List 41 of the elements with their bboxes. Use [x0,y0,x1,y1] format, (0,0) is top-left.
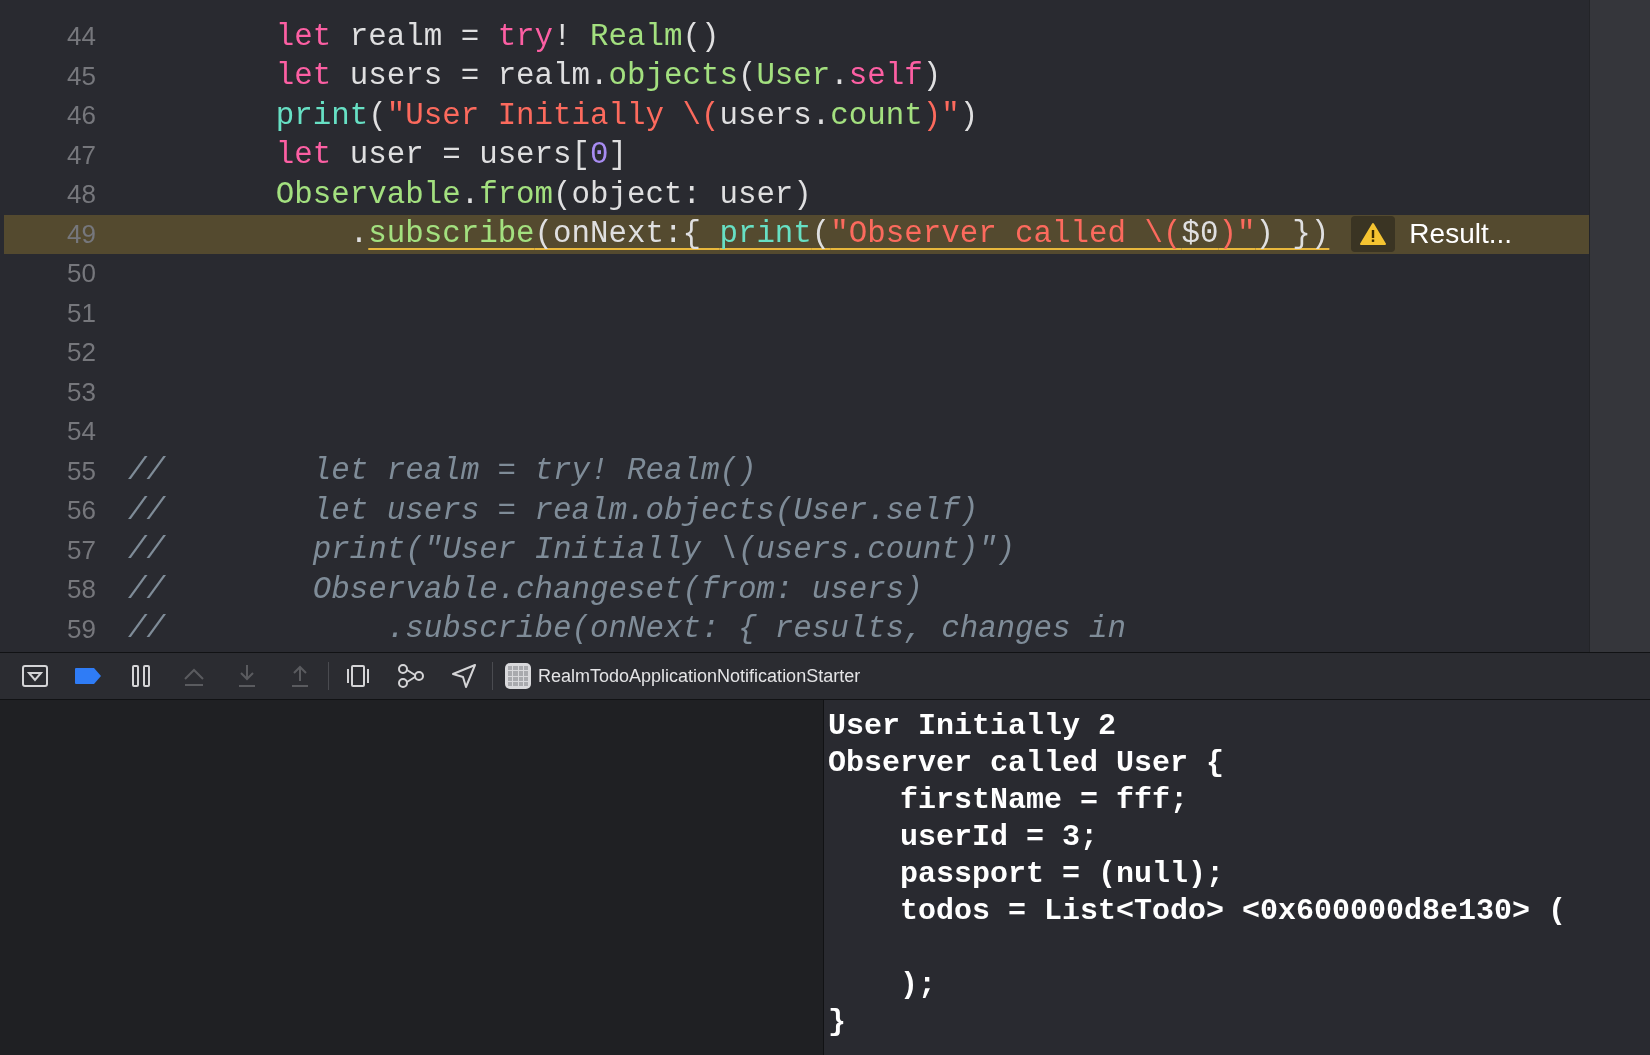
line-number: 48 [66,178,96,212]
line-number: 50 [66,257,96,291]
line-number: 45 [66,59,96,93]
line-number: 52 [66,336,96,370]
line-number: 49 [66,217,96,251]
code-line: Observable.from(object: user) [274,175,812,214]
code-comment: // Observable.changeset(from: users) [128,570,923,609]
pause-icon [131,664,151,688]
line-number: 55 [66,454,96,488]
code-comment: // let users = realm.objects(User.self) [128,491,979,530]
code-line: let realm = try! Realm() [274,17,720,56]
code-comment: // print("User Initially \(users.count)") [128,531,1016,570]
app-icon [505,663,531,689]
nodes-icon [397,663,425,689]
warning-icon [1351,216,1396,253]
code-line: let user = users[0] [274,136,627,175]
annotation-text: Result... [1409,217,1513,252]
line-number: 56 [66,494,96,528]
warning-annotation[interactable]: Result... [1351,216,1513,253]
line-number: 46 [66,99,96,133]
breakpoint-icon [74,667,102,685]
code-comment: // let realm = try! Realm() [128,452,757,491]
line-number: 53 [66,375,96,409]
step-out-icon [289,664,311,688]
line-number: 54 [66,415,96,449]
console-output: User Initially 2 Observer called User { firstName = fff; userId = 3; passport = (null); todos = List<Todo> <0x600000d8e130> ( ); } [827,708,1568,1041]
line-number: 44 [66,20,96,54]
location-arrow-icon [451,663,477,689]
step-into-icon [236,664,258,688]
line-number: 57 [66,533,96,567]
target-name[interactable]: RealmTodoApplicationNotificationStarter [538,662,861,690]
code-line: print("User Initially \(users.count)") [274,96,979,135]
line-number: 51 [66,296,96,330]
line-number: 59 [66,612,96,646]
line-number: 47 [66,138,96,172]
code-line: .subscribe(onNext:{ print("Observer called \($0)") }) [348,215,1330,254]
hide-debug-area-icon [22,665,48,687]
line-number: 58 [66,573,96,607]
code-line: let users = realm.objects(User.self) [274,57,942,96]
code-comment: // .subscribe(onNext: { results, changes in [128,610,1126,649]
layers-icon [346,664,370,688]
